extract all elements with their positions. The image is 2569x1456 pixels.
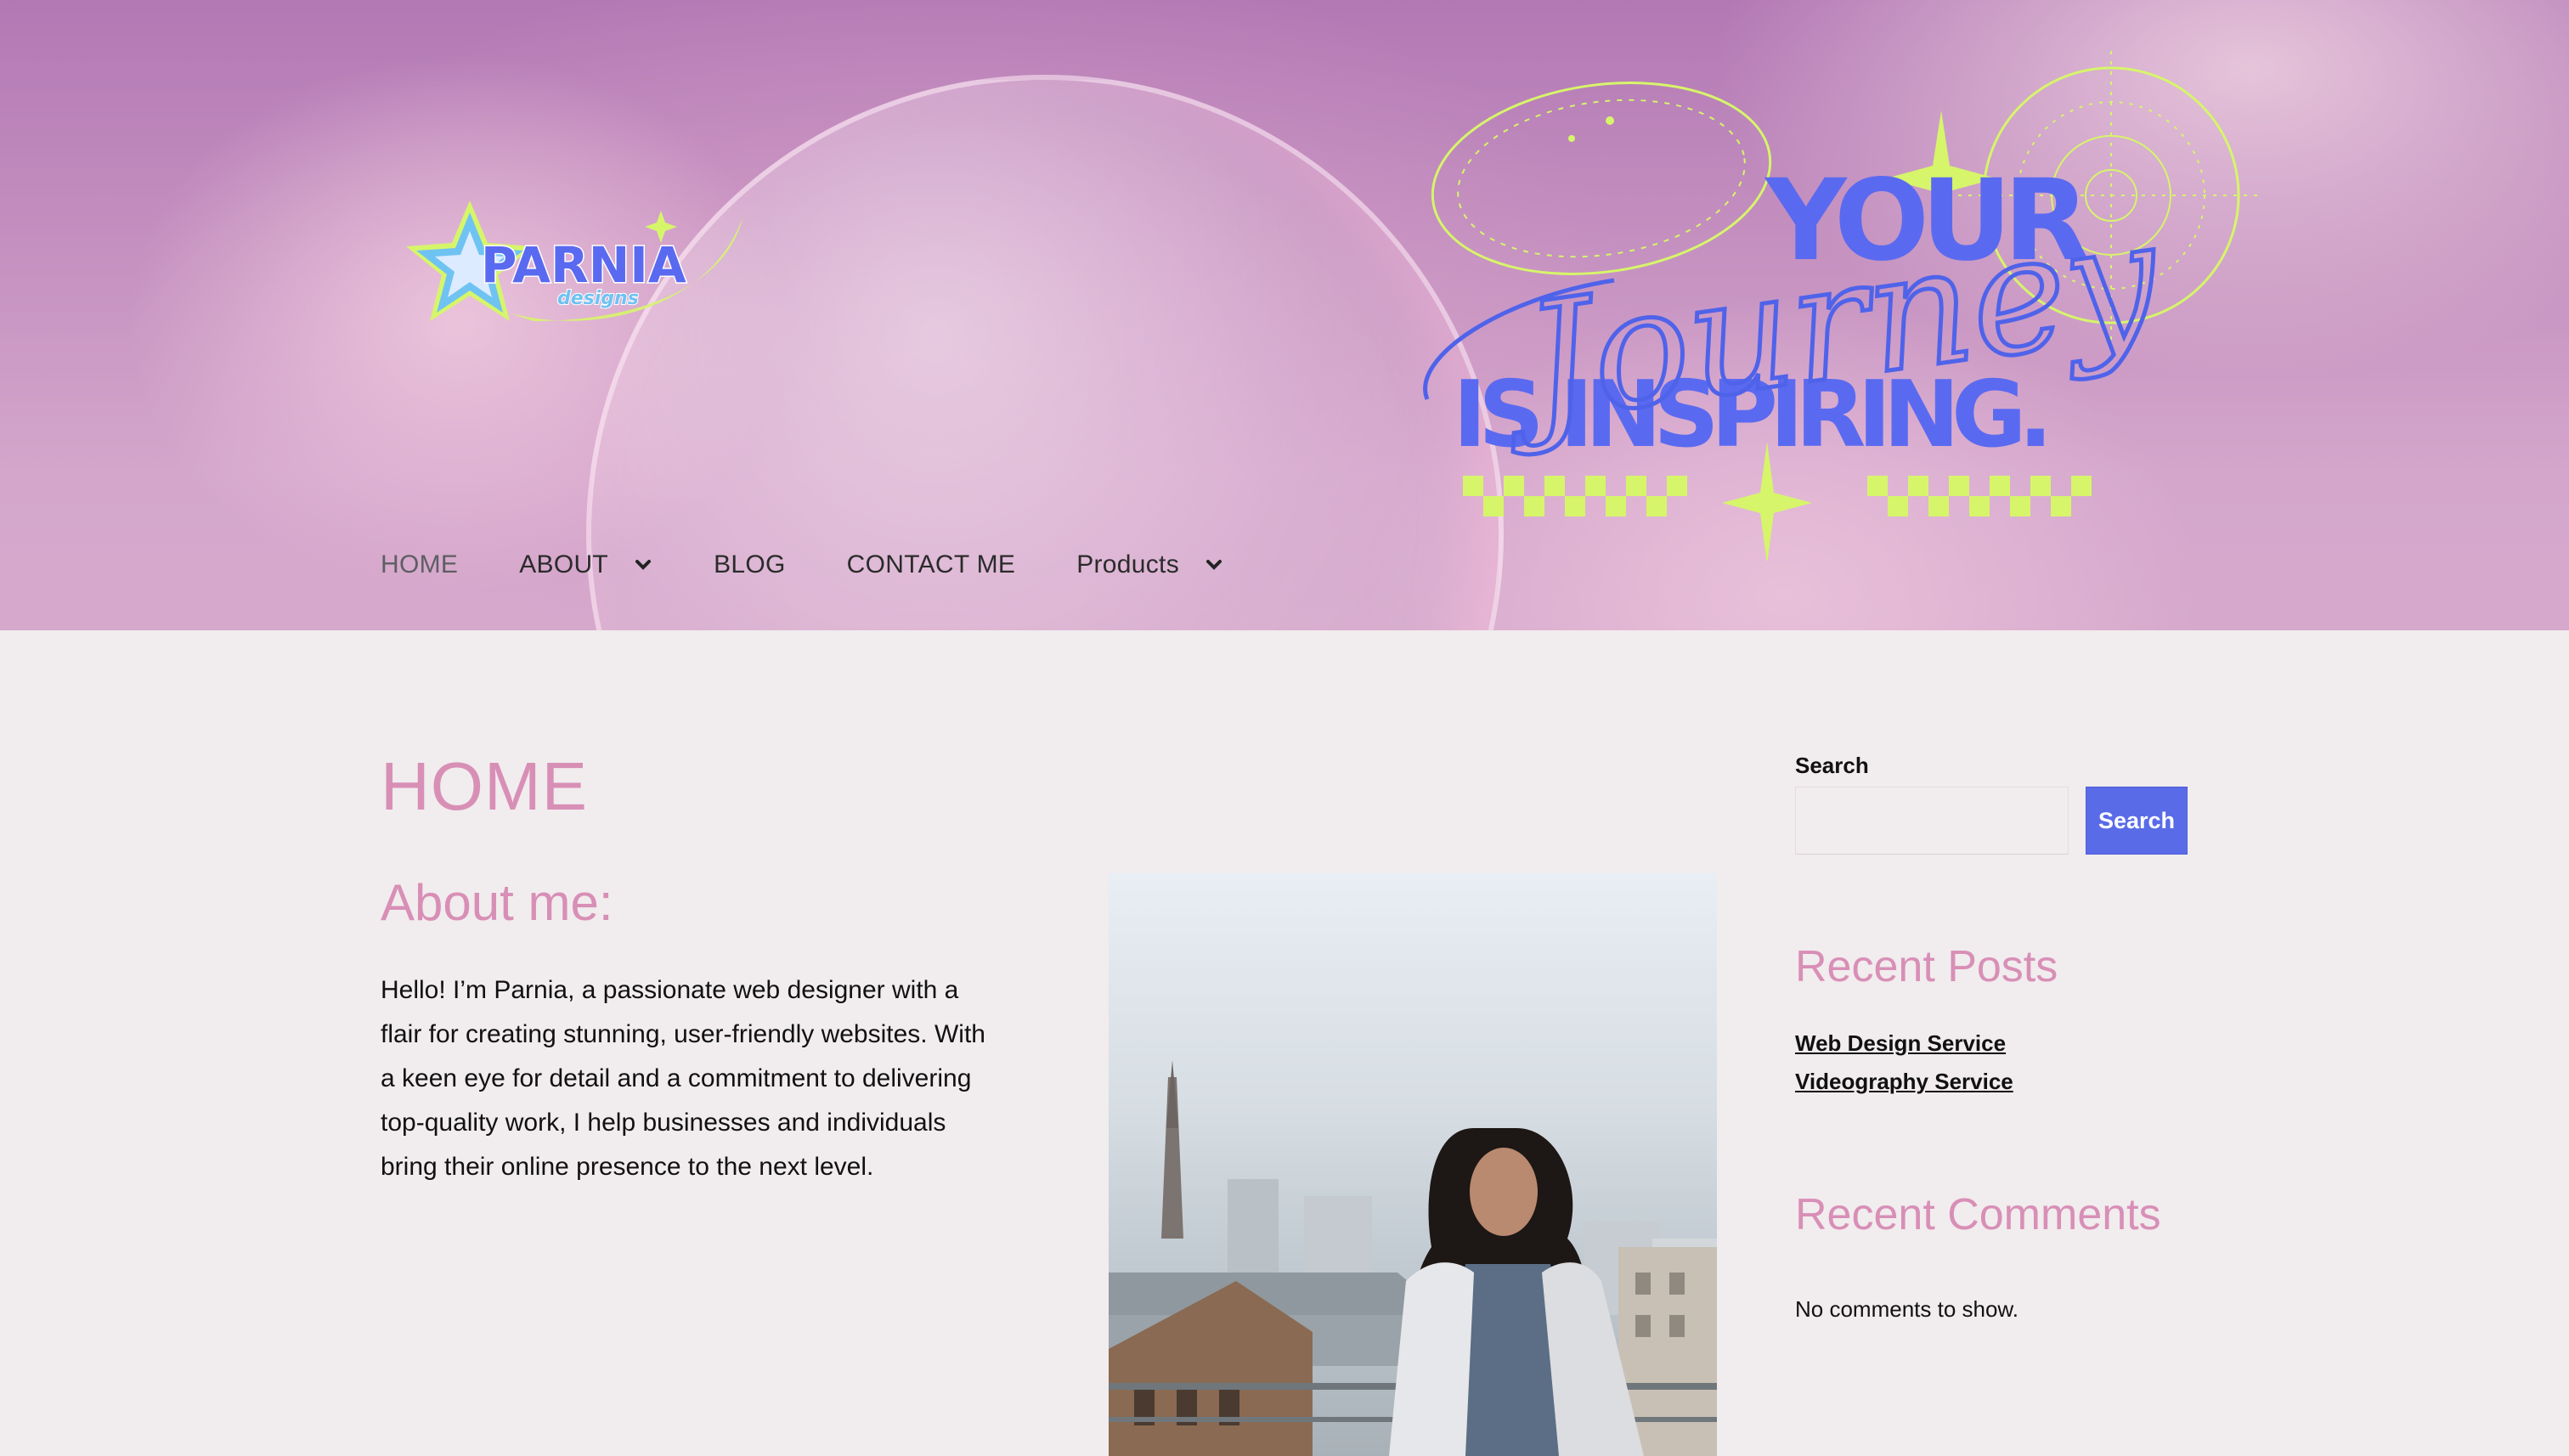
main-navigation: HOME ABOUT BLOG CONTACT ME Products [381,544,1284,586]
chevron-down-icon[interactable] [634,556,652,574]
recent-post-link[interactable]: Videography Service [1795,1069,2013,1095]
logo-text: PARNIA [481,236,686,294]
nav-label: ABOUT [519,550,609,578]
site-logo[interactable]: PARNIA designs [406,194,754,347]
nav-item-contact[interactable]: CONTACT ME [847,550,1016,579]
about-heading: About me: [381,874,613,931]
profile-photo [1109,873,1717,1456]
nav-item-home[interactable]: HOME [381,550,458,579]
site-header: PARNIA designs YOUR IS INSPIRING. Journe… [0,0,2569,630]
recent-comments-heading: Recent Comments [1795,1190,2161,1239]
search-label: Search [1795,753,1869,778]
logo-subtext: designs [557,288,639,309]
nav-label: BLOG [714,550,786,578]
nav-item-blog[interactable]: BLOG [714,550,786,579]
nav-label: HOME [381,550,459,578]
no-comments-text: No comments to show. [1795,1296,2019,1322]
recent-post-link[interactable]: Web Design Service [1795,1030,2006,1057]
search-button[interactable]: Search [2086,787,2188,855]
nav-item-products[interactable]: Products [1076,550,1223,579]
nav-label: CONTACT ME [846,550,1016,578]
nav-item-about[interactable]: ABOUT [519,550,652,579]
star-logo-icon: PARNIA designs [406,200,742,321]
nav-label: Products [1076,550,1179,578]
page-title: HOME [381,748,588,824]
chevron-down-icon[interactable] [1205,556,1223,574]
search-input[interactable] [1795,787,2069,855]
recent-posts-heading: Recent Posts [1795,942,2058,991]
about-text: Hello! I’m Parnia, a passionate web desi… [381,976,985,1181]
hero-artwork: YOUR IS INSPIRING. Journey [1402,34,2285,564]
